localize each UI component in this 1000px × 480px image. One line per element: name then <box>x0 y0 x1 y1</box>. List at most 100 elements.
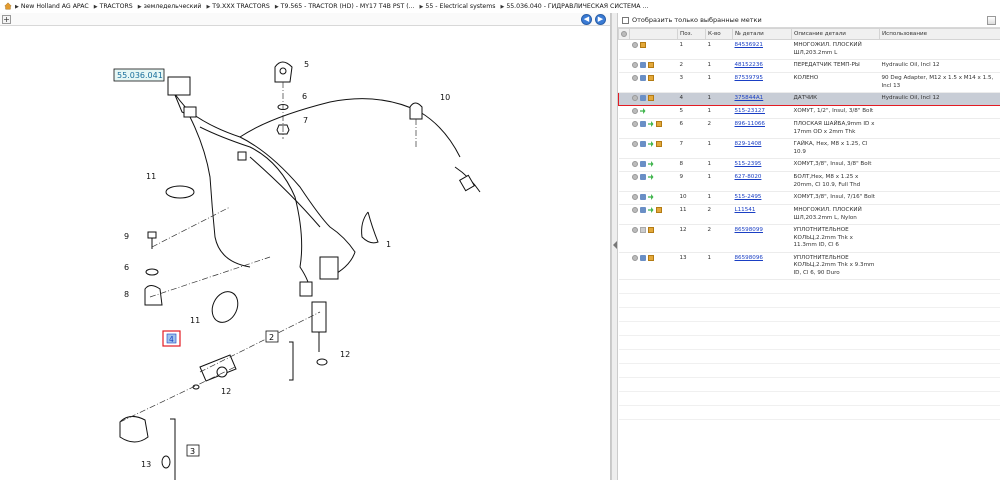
row-select-icon[interactable] <box>631 75 638 81</box>
row-select-icon[interactable] <box>631 42 638 48</box>
note-icon[interactable] <box>639 227 646 233</box>
breadcrumb-item[interactable]: земледельческий <box>138 3 202 10</box>
part-number-link[interactable]: 84536921 <box>732 39 792 60</box>
row-select-icon[interactable] <box>631 227 638 233</box>
part-number-link[interactable]: 896-11066 <box>732 118 792 139</box>
row-select-cell[interactable] <box>618 59 630 73</box>
callout-13[interactable]: 13 <box>141 460 151 469</box>
info-icon[interactable] <box>639 207 646 213</box>
part-number-link[interactable]: 86598096 <box>732 252 792 280</box>
row-select-icon[interactable] <box>631 108 638 114</box>
row-select-icon[interactable] <box>631 95 638 101</box>
callout-1[interactable]: 1 <box>386 240 391 249</box>
goto-arrow-icon[interactable] <box>647 174 654 180</box>
breadcrumb-item[interactable]: 55 - Electrical systems <box>420 3 495 10</box>
breadcrumb-item[interactable]: 55.036.040 - ГИДРАВЛИЧЕСКАЯ СИСТЕМА ... <box>500 3 648 10</box>
filter-icon[interactable] <box>987 16 996 25</box>
part-number-link[interactable]: 515-23127 <box>732 105 792 119</box>
goto-arrow-icon[interactable] <box>639 108 646 114</box>
info-icon[interactable] <box>639 95 646 101</box>
callout-11b[interactable]: 11 <box>190 316 200 325</box>
row-select-cell[interactable] <box>618 72 630 93</box>
header-part-number[interactable]: № детали <box>732 28 792 40</box>
table-row[interactable]: 6 2 896-11066 ПЛОСКАЯ ШАЙБА,9mm ID x 17mm O… <box>618 118 1000 139</box>
table-row[interactable]: 1 1 84536921 МНОГОЖИЛ. ПЛОСКИЙ ШЛ,203.2mm L <box>618 39 1000 60</box>
add-to-cart-icon[interactable] <box>639 42 646 48</box>
add-to-cart-icon[interactable] <box>647 75 654 81</box>
breadcrumb-item[interactable]: TRACTORS <box>94 3 133 10</box>
row-select-icon[interactable] <box>631 254 638 261</box>
row-select-cell[interactable] <box>618 105 630 119</box>
row-select-cell[interactable] <box>618 252 630 280</box>
part-number-link-text[interactable]: 87539795 <box>735 75 763 81</box>
part-number-link[interactable]: 829-1408 <box>732 138 792 159</box>
part-number-link[interactable]: L11541 <box>732 204 792 225</box>
row-select-icon[interactable] <box>631 207 638 213</box>
pane-splitter[interactable] <box>611 13 618 480</box>
info-icon[interactable] <box>639 62 646 68</box>
add-to-cart-icon[interactable] <box>655 121 662 127</box>
part-number-link[interactable]: 48152236 <box>732 59 792 73</box>
row-select-icon[interactable] <box>631 141 638 147</box>
add-to-cart-icon[interactable] <box>655 141 662 147</box>
callout-3-box[interactable]: 3 <box>186 444 200 457</box>
callout-10[interactable]: 10 <box>440 93 450 102</box>
row-select-icon[interactable] <box>631 194 638 200</box>
part-number-link[interactable]: 86598099 <box>732 224 792 253</box>
add-to-cart-icon[interactable] <box>647 227 654 233</box>
callout-8[interactable]: 8 <box>124 290 129 299</box>
show-selected-checkbox[interactable] <box>622 16 629 24</box>
part-number-link-text[interactable]: 515-2495 <box>735 194 762 200</box>
callout-6[interactable]: 6 <box>302 92 307 101</box>
part-number-link[interactable]: 375844A1 <box>732 92 792 106</box>
part-number-link-text[interactable]: 515-2395 <box>735 161 762 167</box>
select-all-icon[interactable] <box>621 30 627 37</box>
callout-5[interactable]: 5 <box>304 60 309 69</box>
row-select-cell[interactable] <box>618 138 630 159</box>
row-select-icon[interactable] <box>631 121 638 127</box>
part-number-link-text[interactable]: 829-1408 <box>735 141 762 147</box>
home-icon[interactable] <box>4 2 12 10</box>
breadcrumb-item[interactable]: T9.565 - TRACTOR (HD) - MY17 T4B PST (..… <box>275 3 415 10</box>
goto-arrow-icon[interactable] <box>647 194 654 200</box>
zoom-in-button[interactable]: + <box>2 15 11 24</box>
table-row[interactable]: 8 1 515-2395 ХОМУТ,3/8", Insul, 3/8" Bolt <box>618 158 1000 172</box>
goto-arrow-icon[interactable] <box>647 161 654 167</box>
info-icon[interactable] <box>639 161 646 167</box>
callout-11a[interactable]: 11 <box>146 172 156 181</box>
info-icon[interactable] <box>639 141 646 147</box>
part-number-link[interactable]: 515-2495 <box>732 191 792 205</box>
part-number-link-text[interactable]: 627-8020 <box>735 174 762 180</box>
collapse-arrow-icon[interactable] <box>613 241 617 249</box>
row-select-cell[interactable] <box>618 204 630 225</box>
part-number-link-text[interactable]: 896-11066 <box>735 121 766 127</box>
row-select-cell[interactable] <box>618 171 630 192</box>
part-number-link-text[interactable]: 375844A1 <box>735 95 764 101</box>
callout-12a[interactable]: 12 <box>340 350 350 359</box>
callout-6b[interactable]: 6 <box>124 263 129 272</box>
table-row[interactable]: 5 1 515-23127 ХОМУТ, 1/2", Insul, 3/8" Bolt <box>618 105 1000 119</box>
row-select-cell[interactable] <box>618 39 630 60</box>
part-number-link-text[interactable]: L11541 <box>735 207 756 213</box>
row-select-cell[interactable] <box>618 224 630 253</box>
info-icon[interactable] <box>639 174 646 180</box>
row-select-cell[interactable] <box>618 191 630 205</box>
table-row[interactable]: 7 1 829-1408 ГАЙКА, Hex, M8 x 1.25, Cl 10.9 <box>618 138 1000 159</box>
info-icon[interactable] <box>639 75 646 81</box>
table-row[interactable]: 11 2 L11541 МНОГОЖИЛ. ПЛОСКИЙ ШЛ,203.2mm L,… <box>618 204 1000 225</box>
add-to-cart-icon[interactable] <box>647 62 654 68</box>
part-number-link-text[interactable]: 86598096 <box>735 255 763 261</box>
row-select-cell[interactable] <box>618 158 630 172</box>
callout-12b[interactable]: 12 <box>221 387 231 396</box>
goto-arrow-icon[interactable] <box>647 207 654 213</box>
breadcrumb-item[interactable]: New Holland AG APAC <box>15 3 89 10</box>
info-icon[interactable] <box>639 254 646 261</box>
table-row[interactable]: 12 2 86598099 УПЛОТНИТЕЛЬНОЕ КОЛЬЦ,2.2mm Th… <box>618 224 1000 253</box>
goto-arrow-icon[interactable] <box>647 121 654 127</box>
table-row[interactable]: 2 1 48152236 ПЕРЕДАТЧИК ТЕМП-РЫ Hydraulic Oi… <box>618 59 1000 73</box>
part-number-link-text[interactable]: 84536921 <box>735 42 763 48</box>
info-icon[interactable] <box>639 194 646 200</box>
table-row[interactable]: 3 1 87539795 КОЛЕНО 90 Deg Adapter, M12 x 1.… <box>618 72 1000 93</box>
row-select-icon[interactable] <box>631 161 638 167</box>
goto-arrow-icon[interactable] <box>647 141 654 147</box>
